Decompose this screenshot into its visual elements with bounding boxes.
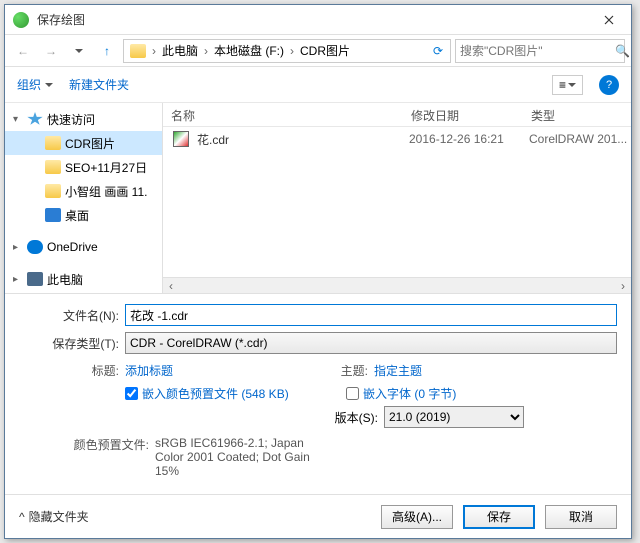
column-headers: 名称 修改日期 类型 [163,103,631,127]
search-box[interactable]: 🔍 [455,39,625,63]
header-type[interactable]: 类型 [523,103,631,126]
sidebar-item-label: 快速访问 [47,111,95,128]
sidebar-item-2[interactable]: SEO+11月27日 [5,155,162,179]
form-area: 文件名(N): 保存类型(T): CDR - CorelDRAW (*.cdr)… [5,293,631,490]
titlebar: 保存绘图 [5,5,631,35]
refresh-button[interactable]: ⟳ [428,44,448,58]
close-button[interactable] [586,5,631,35]
nav-recent-button[interactable] [67,39,91,63]
close-icon [604,15,614,25]
file-type: CorelDRAW 201... [527,132,629,146]
nav-bar: ← → ↑ › 此电脑 › 本地磁盘 (F:) › CDR图片 ⟳ 🔍 [5,35,631,67]
nav-back-button[interactable]: ← [11,39,35,63]
folder-icon [130,44,146,58]
sidebar-item-label: 此电脑 [47,271,83,288]
chevron-right-icon: › [288,44,296,58]
app-icon [13,12,29,28]
body: ▾ 快速访问 CDR图片 SEO+11月27日小智组 画画 11. 桌面 ▸ OneDriv… [5,103,631,293]
filename-label: 文件名(N): [19,307,125,324]
advanced-button[interactable]: 高级(A)... [381,505,453,529]
sidebar-item-label: CDR图片 [65,135,115,152]
folder-icon [45,136,61,150]
desk-icon [45,208,61,222]
new-folder-button[interactable]: 新建文件夹 [69,76,129,93]
search-icon: 🔍 [615,44,629,58]
crumb-0[interactable]: 此电脑 [158,42,202,59]
chevron-right-icon: › [202,44,210,58]
folder-icon [45,184,61,198]
footer: ^ 隐藏文件夹 高级(A)... 保存 取消 [5,494,631,538]
scroll-right-icon[interactable]: › [615,279,631,293]
cancel-button[interactable]: 取消 [545,505,617,529]
filename-input[interactable] [125,304,617,326]
scroll-left-icon[interactable]: ‹ [163,279,179,293]
view-mode-button[interactable]: ≡ [552,75,583,95]
pc-icon [27,272,43,286]
tree-expand-icon[interactable]: ▸ [13,274,23,285]
help-button[interactable]: ? [599,75,619,95]
color-profile-value: sRGB IEC61966-2.1; Japan Color 2001 Coat… [155,436,335,478]
search-input[interactable] [460,44,615,58]
breadcrumb[interactable]: › 此电脑 › 本地磁盘 (F:) › CDR图片 ⟳ [123,39,451,63]
embed-color-checkbox[interactable]: 嵌入颜色预置文件 (548 KB) [125,385,289,402]
sidebar-item-label: 小智组 画画 11. [65,183,147,200]
sidebar-item-4[interactable]: 桌面 [5,203,162,227]
header-date[interactable]: 修改日期 [403,103,523,126]
file-name: 花.cdr [195,131,407,148]
chevron-down-icon [45,83,53,91]
sidebar-item-0[interactable]: ▾ 快速访问 [5,107,162,131]
header-name[interactable]: 名称 [163,103,403,126]
chevron-down-icon [568,83,576,91]
crumb-1[interactable]: 本地磁盘 (F:) [210,42,288,59]
cloud-icon [27,240,43,254]
title-label: 标题: [19,362,125,379]
sidebar: ▾ 快速访问 CDR图片 SEO+11月27日小智组 画画 11. 桌面 ▸ OneDriv… [5,103,163,293]
toolbar: 组织 新建文件夹 ≡ ? [5,67,631,103]
tree-expand-icon[interactable]: ▸ [13,242,23,253]
version-select[interactable]: 21.0 (2019) [384,406,524,428]
subject-label: 主题: [318,362,374,379]
tree-expand-icon[interactable]: ▾ [13,114,23,125]
sidebar-item-5[interactable]: ▸ OneDrive [5,235,162,259]
color-profile-label: 颜色预置文件: [19,436,155,478]
filetype-select[interactable]: CDR - CorelDRAW (*.cdr) [125,332,617,354]
sidebar-item-label: 桌面 [65,207,89,224]
sidebar-item-6[interactable]: ▸ 此电脑 [5,267,162,291]
version-label: 版本(S): [318,409,384,426]
folder-icon [45,160,61,174]
chevron-right-icon: › [150,44,158,58]
organize-menu[interactable]: 组织 [17,76,53,93]
set-subject-link[interactable]: 指定主题 [374,362,422,379]
sidebar-item-label: SEO+11月27日 [65,159,147,176]
embed-color-input[interactable] [125,387,138,400]
embed-font-input[interactable] [346,387,359,400]
hide-folders-toggle[interactable]: ^ 隐藏文件夹 [19,508,89,525]
crumb-2[interactable]: CDR图片 [296,42,354,59]
nav-forward-button[interactable]: → [39,39,63,63]
file-row[interactable]: 花.cdr2016-12-26 16:21CorelDRAW 201... [163,127,631,151]
sidebar-item-3[interactable]: 小智组 画画 11. [5,179,162,203]
file-date: 2016-12-26 16:21 [407,132,527,146]
nav-up-button[interactable]: ↑ [95,39,119,63]
star-icon [27,112,43,126]
file-icon [173,131,189,147]
save-button[interactable]: 保存 [463,505,535,529]
save-dialog: 保存绘图 ← → ↑ › 此电脑 › 本地磁盘 (F:) › CDR图片 ⟳ 🔍… [4,4,632,539]
sidebar-item-1[interactable]: CDR图片 [5,131,162,155]
filetype-label: 保存类型(T): [19,335,125,352]
chevron-up-icon: ^ [19,510,25,524]
horizontal-scrollbar[interactable]: ‹ › [163,277,631,293]
window-title: 保存绘图 [37,11,586,28]
add-title-link[interactable]: 添加标题 [125,362,173,379]
file-list: 名称 修改日期 类型 花.cdr2016-12-26 16:21CorelDRA… [163,103,631,293]
embed-font-checkbox[interactable]: 嵌入字体 (0 字节) [346,385,456,402]
sidebar-item-label: OneDrive [47,240,98,254]
